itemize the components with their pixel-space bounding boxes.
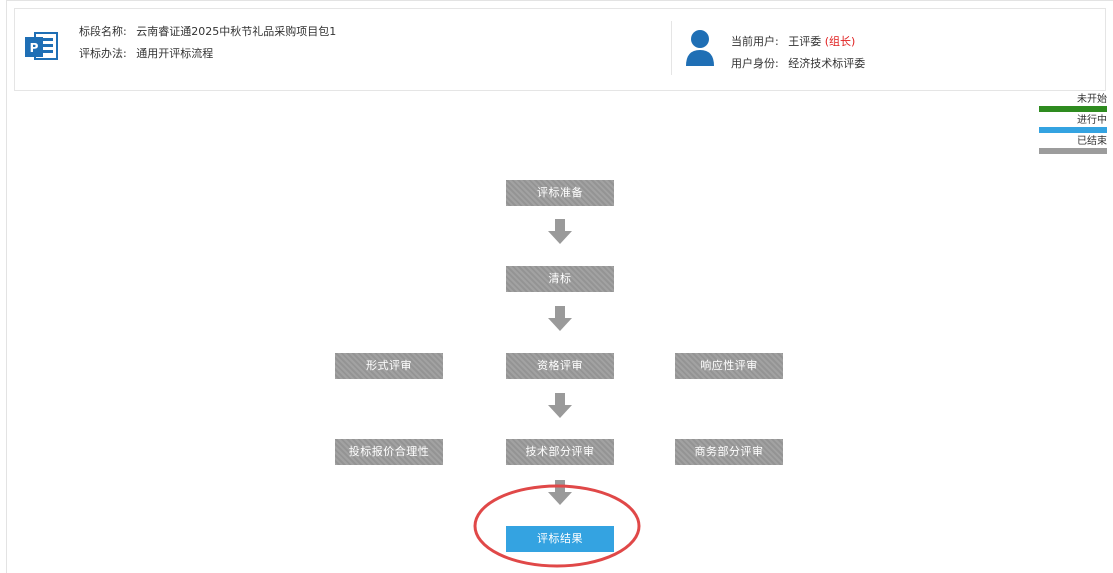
project-name-row: 标段名称: 云南睿证通2025中秋节礼品采购项目包1 — [79, 21, 336, 43]
identity-value: 经济技术标评委 — [788, 57, 866, 70]
step-clarify[interactable]: 清标 — [506, 266, 614, 292]
project-name-value: 云南睿证通2025中秋节礼品采购项目包1 — [136, 25, 337, 38]
step-response-review[interactable]: 响应性评审 — [675, 353, 783, 379]
arrow-down-icon — [548, 393, 572, 418]
identity-row: 用户身份: 经济技术标评委 — [731, 53, 865, 75]
svg-text:P: P — [30, 41, 39, 55]
arrow-down-icon — [548, 306, 572, 331]
current-user-name: 王评委 — [788, 35, 822, 48]
legend-bar-not-started — [1039, 106, 1107, 112]
header-divider — [671, 21, 672, 75]
status-legend: 未开始 进行中 已结束 — [1037, 94, 1107, 157]
step-prepare[interactable]: 评标准备 — [506, 180, 614, 206]
step-qualification-review[interactable]: 资格评审 — [506, 353, 614, 379]
step-business-review[interactable]: 商务部分评审 — [675, 439, 783, 465]
legend-bar-in-progress — [1039, 127, 1107, 133]
frame-left-border — [6, 0, 7, 573]
step-formal-review[interactable]: 形式评审 — [335, 353, 443, 379]
method-row: 评标办法: 通用开评标流程 — [79, 43, 336, 65]
step-technical-review[interactable]: 技术部分评审 — [506, 439, 614, 465]
identity-label: 用户身份: — [731, 57, 779, 70]
current-user-label: 当前用户: — [731, 35, 779, 48]
project-logo-icon: P — [25, 32, 58, 60]
project-info-card: P 标段名称: 云南睿证通2025中秋节礼品采购项目包1 评标办法: 通用开评标… — [14, 8, 1106, 91]
method-value: 通用开评标流程 — [136, 47, 214, 60]
method-label: 评标办法: — [79, 47, 127, 60]
project-name-label: 标段名称: — [79, 25, 127, 38]
legend-label-not-started: 未开始 — [1077, 94, 1107, 105]
legend-label-in-progress: 进行中 — [1077, 115, 1107, 126]
highlight-ellipse — [473, 484, 641, 568]
step-price-review[interactable]: 投标报价合理性 — [335, 439, 443, 465]
user-avatar-icon — [686, 30, 714, 66]
arrow-down-icon — [548, 219, 572, 244]
frame-top-border — [6, 0, 1113, 1]
current-user-role: (组长) — [824, 35, 856, 48]
legend-bar-finished — [1039, 148, 1107, 154]
current-user-row: 当前用户: 王评委 (组长) — [731, 31, 865, 53]
legend-label-finished: 已结束 — [1077, 136, 1107, 147]
